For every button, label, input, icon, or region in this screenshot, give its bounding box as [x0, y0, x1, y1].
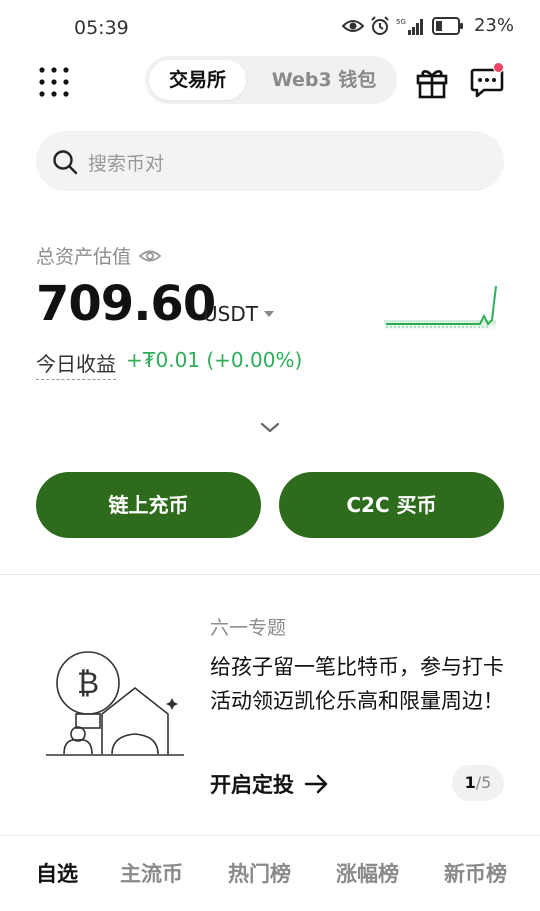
svg-text:₿: ₿ [77, 666, 99, 701]
bitcoin-house-illustration-icon: ₿ [46, 651, 184, 756]
header: 交易所 Web3 钱包 [0, 56, 540, 106]
assets-sparkline [384, 285, 497, 330]
svg-text:5G: 5G [396, 18, 406, 26]
signal-icon: 5G [396, 18, 423, 35]
start-dca-link[interactable]: 开启定投 [210, 769, 330, 799]
pager-current: 1 [464, 773, 476, 792]
tab-mainstream[interactable]: 主流币 [120, 858, 183, 888]
pager-total: /5 [475, 773, 492, 792]
chevron-down-icon[interactable] [259, 420, 281, 436]
tab-gainers[interactable]: 涨幅榜 [336, 858, 399, 888]
promo-tag: 六一专题 [210, 617, 287, 639]
eye-icon[interactable] [139, 248, 162, 264]
tab-favorites[interactable]: 自选 [36, 858, 78, 888]
search-bar[interactable]: 搜索币对 [36, 131, 504, 191]
onchain-deposit-button[interactable]: 链上充币 [36, 472, 261, 538]
status-icons: 5G 23% [341, 15, 514, 36]
market-tabs: 自选 主流币 热门榜 涨幅榜 新币榜 [0, 858, 540, 898]
promo-pager: 1/5 [452, 765, 504, 801]
divider [0, 835, 540, 836]
total-assets-text: 总资产估值 [36, 246, 132, 268]
divider [0, 574, 540, 575]
cta-label: 开启定投 [210, 773, 294, 797]
grid-menu-icon[interactable] [38, 66, 70, 98]
currency-unit: USDT [203, 302, 258, 326]
tab-web3-wallet[interactable]: Web3 钱包 [255, 60, 393, 100]
gift-icon[interactable] [414, 64, 450, 100]
arrow-right-icon [304, 774, 328, 794]
status-bar: 05:39 5G 23% [0, 0, 540, 58]
today-pnl-label[interactable]: 今日收益 [36, 348, 116, 380]
today-pnl-value: +₮0.01 (+0.00%) [126, 348, 303, 372]
tab-new-listings[interactable]: 新币榜 [444, 858, 507, 888]
status-time: 05:39 [74, 17, 129, 39]
search-icon [53, 150, 78, 175]
caret-down-icon [263, 311, 274, 317]
mode-switch: 交易所 Web3 钱包 [145, 56, 397, 104]
currency-selector[interactable]: USDT [203, 302, 274, 326]
tab-hot[interactable]: 热门榜 [228, 858, 291, 888]
battery-percent: 23% [473, 15, 514, 36]
search-placeholder: 搜索币对 [88, 153, 165, 175]
c2c-buy-button[interactable]: C2C 买币 [279, 472, 504, 538]
notification-dot [493, 62, 504, 73]
battery-icon [431, 16, 463, 35]
total-assets-value: 709.60 [36, 276, 216, 332]
promo-description: 给孩子留一笔比特币，参与打卡活动领迈凯伦乐高和限量周边！ [210, 655, 504, 713]
eye-icon [341, 19, 364, 32]
total-assets-label: 总资产估值 [36, 242, 162, 269]
alarm-icon [371, 15, 389, 35]
tab-exchange[interactable]: 交易所 [149, 60, 246, 100]
